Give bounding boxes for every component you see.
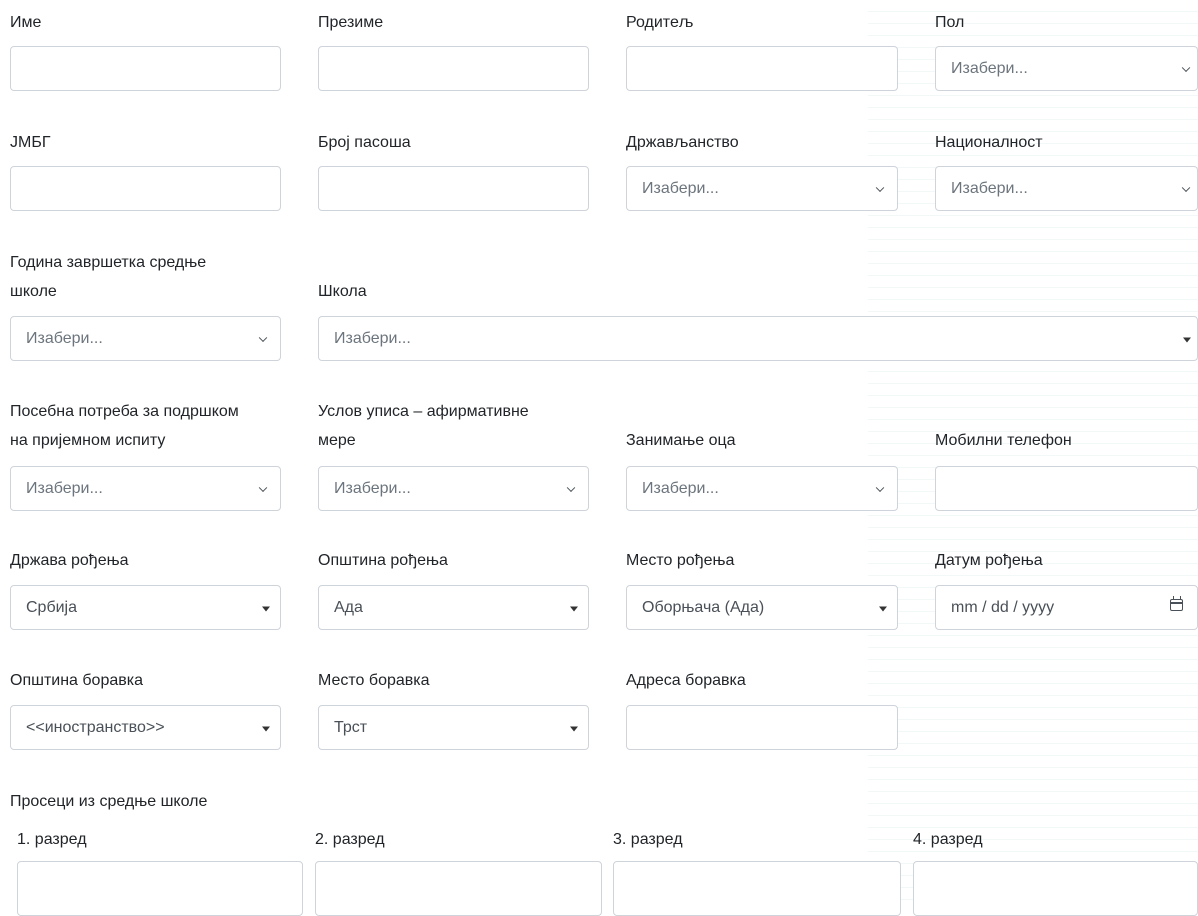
- adresa-boravka-input[interactable]: [626, 705, 898, 750]
- mobilni-input[interactable]: [935, 466, 1198, 511]
- caret-down-icon: [879, 606, 887, 611]
- skola-label: Школа: [318, 283, 367, 300]
- pol-select-value: Изабери...: [951, 59, 1028, 77]
- drzava-rodjenja-select[interactable]: Србија: [10, 585, 281, 630]
- datum-rodjenja-placeholder: mm / dd / yyyy: [951, 598, 1055, 616]
- broj-pasosa-input[interactable]: [318, 166, 589, 211]
- posebna-potreba-label-line2: на пријемном испиту: [10, 432, 166, 449]
- grade-3-label: 3. разред: [613, 831, 683, 848]
- pol-select[interactable]: Изабери...: [935, 46, 1198, 91]
- caret-down-icon: [262, 606, 270, 611]
- skola-select-value: Изабери...: [334, 329, 411, 347]
- roditelj-input[interactable]: [626, 46, 898, 91]
- ime-input[interactable]: [10, 46, 281, 91]
- caret-down-icon: [1183, 337, 1191, 342]
- caret-down-icon: [262, 726, 270, 731]
- chevron-down-icon: [1181, 63, 1191, 72]
- skola-select[interactable]: Изабери...: [318, 316, 1198, 361]
- chevron-down-icon: [875, 183, 885, 192]
- godina-zavrsetka-select[interactable]: Изабери...: [10, 316, 281, 361]
- uslov-upisa-label-line1: Услов уписа – афирмативне: [318, 403, 529, 420]
- posebna-potreba-select-value: Изабери...: [26, 479, 103, 497]
- grade-1-label: 1. разред: [17, 831, 87, 848]
- mesto-rodjenja-select[interactable]: Оборњача (Ада): [626, 585, 898, 630]
- godina-zavrsetka-label-line1: Година завршетка средње: [10, 254, 207, 271]
- prezime-label: Презиме: [318, 14, 384, 31]
- drzava-rodjenja-select-value: Србија: [26, 598, 78, 616]
- roditelj-label: Родитељ: [626, 14, 694, 31]
- chevron-down-icon: [875, 483, 885, 492]
- mesto-rodjenja-select-value: Оборњача (Ада): [642, 598, 765, 616]
- jmbg-label: ЈМБГ: [10, 134, 51, 151]
- caret-down-icon: [570, 726, 578, 731]
- zanimanje-oca-label: Занимање оца: [626, 432, 736, 449]
- calendar-icon[interactable]: [1170, 596, 1183, 611]
- mobilni-label: Мобилни телефон: [935, 432, 1072, 449]
- broj-pasosa-label: Број пасоша: [318, 134, 411, 151]
- nacionalnost-select-value: Изабери...: [951, 179, 1028, 197]
- posebna-potreba-select[interactable]: Изабери...: [10, 466, 281, 511]
- grade-4-label: 4. разред: [913, 831, 983, 848]
- chevron-down-icon: [1181, 183, 1191, 192]
- opstina-rodjenja-select[interactable]: Ада: [318, 585, 589, 630]
- godina-zavrsetka-select-value: Изабери...: [26, 329, 103, 347]
- grade-1-input[interactable]: [17, 861, 303, 916]
- grade-4-input[interactable]: [913, 861, 1198, 916]
- chevron-down-icon: [566, 483, 576, 492]
- drzava-rodjenja-label: Држава рођења: [10, 552, 129, 569]
- nacionalnost-label: Националност: [935, 134, 1043, 151]
- posebna-potreba-label-line1: Посебна потреба за подршком: [10, 403, 239, 420]
- uslov-upisa-select-value: Изабери...: [334, 479, 411, 497]
- opstina-boravka-select[interactable]: <<иностранство>>: [10, 705, 281, 750]
- prezime-input[interactable]: [318, 46, 589, 91]
- zanimanje-oca-select-value: Изабери...: [642, 479, 719, 497]
- chevron-down-icon: [258, 333, 268, 342]
- mesto-boravka-label: Место боравка: [318, 672, 430, 689]
- godina-zavrsetka-label-line2: школе: [10, 283, 57, 300]
- uslov-upisa-select[interactable]: Изабери...: [318, 466, 589, 511]
- uslov-upisa-label-line2: мере: [318, 432, 356, 449]
- drzavljanstvo-select[interactable]: Изабери...: [626, 166, 898, 211]
- nacionalnost-select[interactable]: Изабери...: [935, 166, 1198, 211]
- mesto-boravka-select[interactable]: Трст: [318, 705, 589, 750]
- grade-2-input[interactable]: [315, 861, 602, 916]
- datum-rodjenja-input[interactable]: mm / dd / yyyy: [935, 585, 1198, 630]
- opstina-boravka-select-value: <<иностранство>>: [26, 718, 165, 736]
- opstina-boravka-label: Општина боравка: [10, 672, 143, 689]
- drzavljanstvo-select-value: Изабери...: [642, 179, 719, 197]
- mesto-boravka-select-value: Трст: [334, 718, 368, 736]
- grade-2-label: 2. разред: [315, 831, 385, 848]
- adresa-boravka-label: Адреса боравка: [626, 672, 746, 689]
- ime-label: Име: [10, 14, 42, 31]
- drzavljanstvo-label: Држављанство: [626, 134, 739, 151]
- mesto-rodjenja-label: Место рођења: [626, 552, 735, 569]
- averages-section-title: Просеци из средње школе: [10, 793, 208, 810]
- grade-3-input[interactable]: [613, 861, 901, 916]
- datum-rodjenja-label: Датум рођења: [935, 552, 1043, 569]
- chevron-down-icon: [258, 483, 268, 492]
- zanimanje-oca-select[interactable]: Изабери...: [626, 466, 898, 511]
- jmbg-input[interactable]: [10, 166, 281, 211]
- caret-down-icon: [570, 606, 578, 611]
- pol-label: Пол: [935, 14, 965, 31]
- opstina-rodjenja-label: Општина рођења: [318, 552, 448, 569]
- opstina-rodjenja-select-value: Ада: [334, 598, 363, 616]
